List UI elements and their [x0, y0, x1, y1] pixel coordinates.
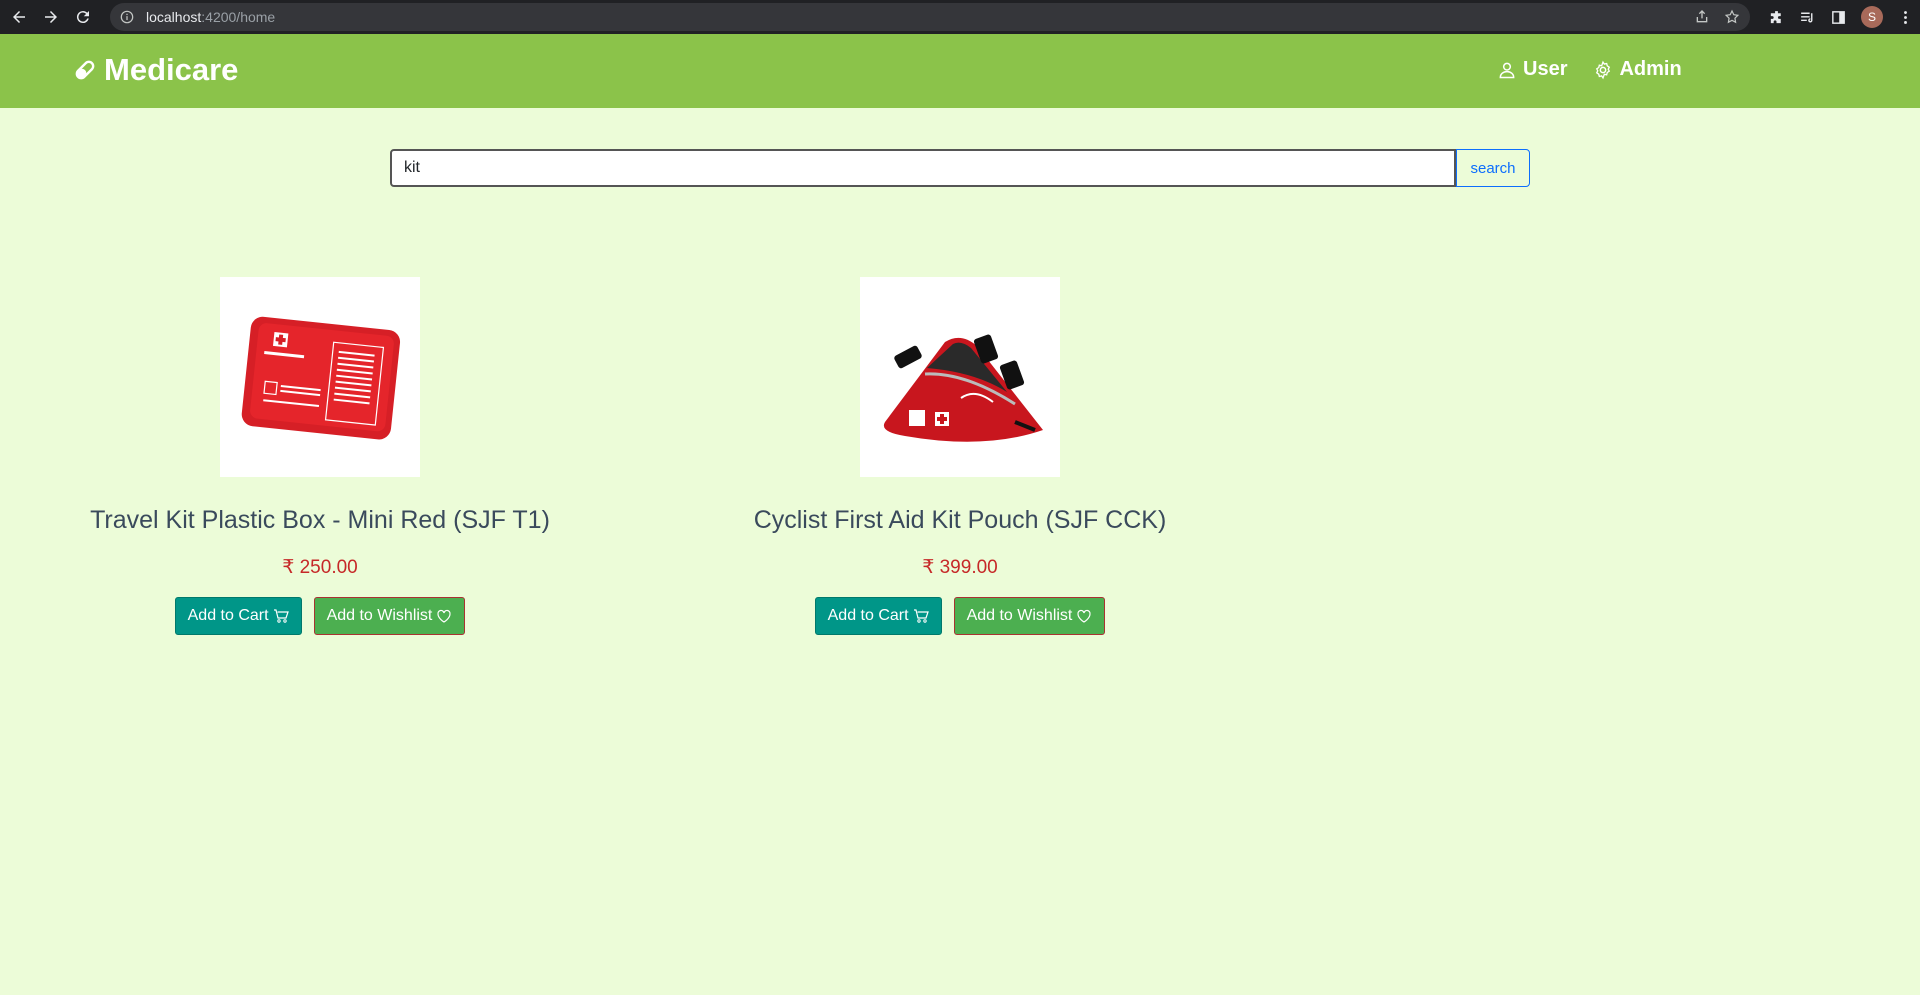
app-navbar: Medicare User Admin	[0, 34, 1920, 108]
cyclist-kit-pouch-image[interactable]	[860, 277, 1060, 477]
product-price: ₹ 250.00	[282, 557, 358, 578]
heart-icon	[436, 608, 452, 624]
reading-list-icon[interactable]	[1799, 9, 1816, 26]
brand-name: Medicare	[104, 52, 239, 87]
product-name[interactable]: Travel Kit Plastic Box - Mini Red (SJF T…	[0, 504, 640, 536]
browser-toolbar: localhost:4200/home S	[0, 0, 1920, 34]
reload-button[interactable]	[70, 4, 96, 30]
product-name[interactable]: Cyclist First Aid Kit Pouch (SJF CCK)	[640, 504, 1280, 536]
brand-logo[interactable]: Medicare	[72, 52, 238, 88]
nav-admin-label: Admin	[1619, 58, 1682, 80]
nav-user-label: User	[1523, 58, 1568, 80]
add-to-cart-button[interactable]: Add to Cart	[814, 597, 942, 635]
add-to-wishlist-button[interactable]: Add to Wishlist	[313, 597, 466, 635]
url-host: localhost	[146, 9, 202, 25]
gear-icon	[1596, 60, 1611, 79]
forward-button[interactable]	[38, 4, 64, 30]
url-path: :4200/home	[201, 9, 276, 25]
add-to-wishlist-label: Add to Wishlist	[966, 607, 1073, 624]
share-icon[interactable]	[1694, 9, 1710, 25]
cart-icon	[273, 608, 289, 624]
product-price: ₹ 399.00	[922, 557, 998, 578]
heart-icon	[1076, 608, 1092, 624]
more-menu-icon[interactable]	[1897, 9, 1914, 26]
side-panel-icon[interactable]	[1830, 9, 1847, 26]
info-icon[interactable]	[120, 10, 134, 24]
search-button[interactable]: search	[1456, 149, 1530, 187]
url-text: localhost:4200/home	[146, 9, 275, 25]
nav-admin-link[interactable]: Admin	[1593, 58, 1682, 81]
add-to-wishlist-label: Add to Wishlist	[326, 607, 433, 624]
add-to-cart-label: Add to Cart	[187, 607, 269, 624]
add-to-wishlist-button[interactable]: Add to Wishlist	[953, 597, 1106, 635]
search-input[interactable]	[390, 149, 1456, 187]
search-bar: search	[390, 149, 1530, 187]
bookmark-star-icon[interactable]	[1724, 9, 1740, 25]
nav-user-link[interactable]: User	[1497, 58, 1567, 81]
capsule-icon	[72, 57, 98, 83]
add-to-cart-button[interactable]: Add to Cart	[174, 597, 302, 635]
product-card: Travel Kit Plastic Box - Mini Red (SJF T…	[0, 277, 640, 635]
add-to-cart-label: Add to Cart	[827, 607, 909, 624]
product-card: Cyclist First Aid Kit Pouch (SJF CCK) ₹ …	[640, 277, 1280, 635]
arrow-left-icon	[13, 11, 25, 23]
arrow-right-icon	[45, 11, 57, 23]
address-bar[interactable]: localhost:4200/home	[110, 3, 1750, 31]
first-aid-box-image[interactable]	[220, 277, 420, 477]
person-icon	[1499, 62, 1515, 78]
back-button[interactable]	[6, 4, 32, 30]
reload-icon	[76, 11, 89, 24]
cart-icon	[913, 608, 929, 624]
profile-avatar[interactable]: S	[1861, 6, 1883, 28]
extensions-icon[interactable]	[1768, 9, 1785, 26]
